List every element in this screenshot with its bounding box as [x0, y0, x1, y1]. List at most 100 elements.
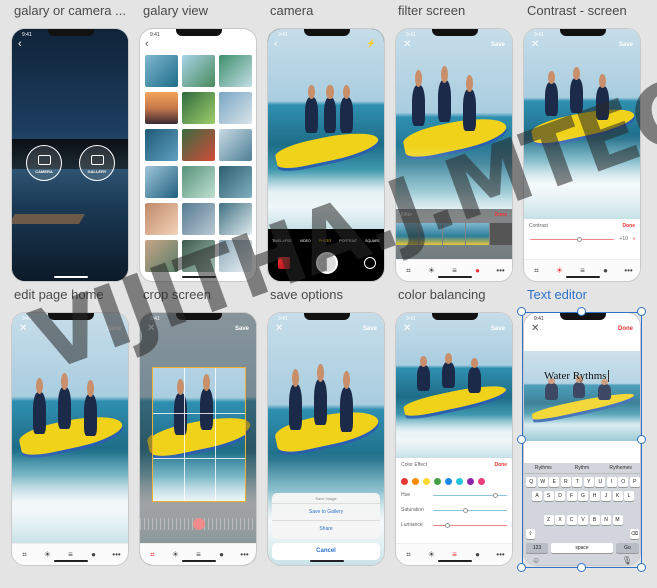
key-b[interactable]: B — [589, 515, 600, 525]
save-button[interactable]: Save — [619, 42, 633, 48]
gallery-thumb[interactable] — [182, 92, 215, 124]
suggestion[interactable]: Rythemes — [601, 463, 640, 473]
resize-handle[interactable] — [637, 435, 646, 444]
close-icon[interactable]: ✕ — [531, 324, 539, 334]
gallery-thumb[interactable] — [145, 129, 178, 161]
save-button[interactable]: Save — [491, 326, 505, 332]
key-y[interactable]: Y — [583, 477, 594, 487]
filter-thumb[interactable] — [466, 223, 489, 245]
microphone-icon[interactable]: 🎙 — [622, 556, 632, 565]
back-icon[interactable]: ‹ — [274, 38, 278, 50]
suggestion[interactable]: Rythms — [524, 463, 563, 473]
more-icon[interactable]: ••• — [240, 550, 249, 559]
crop-icon[interactable]: ⌗ — [532, 266, 541, 275]
key-o[interactable]: O — [618, 477, 629, 487]
text-done-button[interactable]: Done — [618, 326, 633, 332]
mode-photo[interactable]: PHOTO — [319, 239, 331, 243]
gallery-thumb[interactable] — [219, 166, 252, 198]
saturation-slider[interactable] — [433, 508, 507, 513]
sliders-icon[interactable]: ≡ — [450, 266, 459, 275]
rotate-icon[interactable] — [193, 518, 205, 530]
camera-button[interactable]: CAMERA — [26, 145, 62, 181]
key-r[interactable]: R — [560, 477, 571, 487]
gallery-thumb[interactable] — [182, 166, 215, 198]
filter-thumbnails[interactable] — [396, 223, 512, 245]
more-icon[interactable]: ••• — [624, 266, 633, 275]
sun-icon[interactable]: ☀ — [555, 266, 564, 275]
gallery-thumb[interactable] — [219, 92, 252, 124]
resize-handle[interactable] — [517, 435, 526, 444]
gallery-thumb[interactable] — [182, 240, 215, 272]
gallery-thumb[interactable] — [145, 203, 178, 235]
key-z[interactable]: Z — [543, 515, 554, 525]
key-k[interactable]: K — [612, 491, 623, 501]
circles-icon[interactable]: ● — [89, 550, 98, 559]
circles-icon[interactable]: ● — [473, 550, 482, 559]
emoji-icon[interactable]: ☺ — [532, 556, 540, 565]
more-icon[interactable]: ••• — [112, 550, 121, 559]
shutter-button[interactable] — [316, 252, 338, 274]
mode-portrait[interactable]: PORTRAIT — [339, 239, 357, 243]
sun-icon[interactable]: ☀ — [427, 266, 436, 275]
key-g[interactable]: G — [578, 491, 588, 501]
resize-handle[interactable] — [577, 307, 586, 316]
mode-video[interactable]: VIDEO — [300, 239, 311, 243]
color-swatches[interactable] — [401, 478, 485, 485]
key-m[interactable]: M — [612, 515, 623, 525]
key-e[interactable]: E — [549, 477, 560, 487]
key-x[interactable]: X — [555, 515, 565, 525]
contrast-slider-knob[interactable] — [577, 237, 583, 242]
resize-handle[interactable] — [577, 563, 586, 572]
filter-thumb[interactable] — [396, 223, 419, 245]
gallery-thumb[interactable] — [145, 92, 178, 124]
color-swatch[interactable] — [412, 478, 419, 485]
rotation-dial[interactable] — [140, 518, 256, 530]
sliders-icon[interactable]: ≡ — [194, 550, 203, 559]
go-key[interactable]: Go — [616, 543, 639, 553]
gallery-thumb[interactable] — [219, 129, 252, 161]
gallery-thumb[interactable] — [145, 166, 178, 198]
mode-square[interactable]: SQUARE — [365, 239, 380, 243]
space-key[interactable]: space — [551, 543, 613, 553]
filter-done-button[interactable]: Done — [495, 212, 508, 218]
back-icon[interactable]: ‹ — [145, 38, 149, 50]
more-icon[interactable]: ••• — [496, 550, 505, 559]
key-i[interactable]: I — [606, 477, 617, 487]
save-button[interactable]: Save — [363, 326, 377, 332]
text-input[interactable]: Water Rythms — [544, 370, 609, 382]
circles-icon[interactable]: ● — [217, 550, 226, 559]
crop-icon[interactable]: ⌗ — [404, 266, 413, 275]
circles-icon[interactable]: ● — [601, 266, 610, 275]
contrast-slider[interactable] — [530, 237, 614, 242]
key-c[interactable]: C — [566, 515, 577, 525]
hue-slider[interactable] — [433, 493, 507, 498]
back-icon[interactable]: ‹ — [18, 38, 22, 50]
crop-icon[interactable]: ⌗ — [148, 550, 157, 559]
key-s[interactable]: S — [543, 491, 554, 501]
key-q[interactable]: Q — [526, 477, 537, 487]
gallery-thumb[interactable] — [182, 129, 215, 161]
gallery-thumb[interactable] — [182, 203, 215, 235]
key-j[interactable]: J — [601, 491, 611, 501]
close-icon[interactable]: ✕ — [275, 324, 283, 334]
resize-handle[interactable] — [517, 563, 526, 572]
color-swatch[interactable] — [478, 478, 485, 485]
key-v[interactable]: V — [578, 515, 588, 525]
key-a[interactable]: A — [532, 491, 542, 501]
crop-icon[interactable]: ⌗ — [20, 550, 29, 559]
color-swatch[interactable] — [445, 478, 452, 485]
key-d[interactable]: D — [555, 491, 565, 501]
gallery-button[interactable]: GALLERY — [79, 145, 115, 181]
key-t[interactable]: T — [572, 477, 583, 487]
sliders-icon[interactable]: ≡ — [66, 550, 75, 559]
share-button[interactable]: Share — [272, 521, 380, 538]
last-photo-thumbnail[interactable] — [278, 257, 290, 269]
key-l[interactable]: L — [624, 491, 634, 501]
resize-handle[interactable] — [637, 307, 646, 316]
sun-icon[interactable]: ☀ — [43, 550, 52, 559]
color-swatch[interactable] — [401, 478, 408, 485]
suggestion[interactable]: Rythm — [563, 463, 602, 473]
hue-slider-knob[interactable] — [492, 493, 498, 498]
key-u[interactable]: U — [595, 477, 606, 487]
color-swatch[interactable] — [456, 478, 463, 485]
